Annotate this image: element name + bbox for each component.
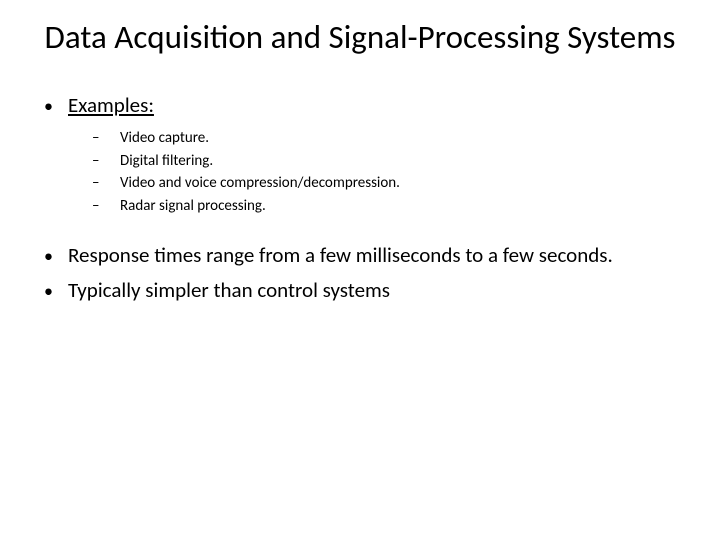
dash-icon [92,195,120,218]
slide-title: Data Acquisition and Signal-Processing S… [42,18,678,57]
subitem-text: Radar signal processing. [120,195,266,218]
subitem-text: Digital filtering. [120,150,213,173]
examples-heading-row: Examples: [42,91,678,119]
body-bullets: Response times range from a few millisec… [42,241,678,304]
list-item: Typically simpler than control systems [42,276,678,304]
dash-icon [92,127,120,150]
subitem-text: Video and voice compression/decompressio… [120,172,400,195]
list-item: Radar signal processing. [92,195,678,218]
body-bullet-text: Response times range from a few millisec… [68,241,613,269]
list-item: Video and voice compression/decompressio… [92,172,678,195]
dash-icon [92,172,120,195]
list-item: Response times range from a few millisec… [42,241,678,269]
examples-section: Examples: Video capture. Digital filteri… [42,91,678,217]
body-bullet-text: Typically simpler than control systems [68,276,390,304]
bullet-icon [42,276,68,304]
list-item: Digital filtering. [92,150,678,173]
examples-sublist: Video capture. Digital filtering. Video … [92,127,678,217]
dash-icon [92,150,120,173]
subitem-text: Video capture. [120,127,209,150]
bullet-icon [42,241,68,269]
list-item: Video capture. [92,127,678,150]
bullet-icon [42,91,68,119]
examples-label: Examples: [68,91,154,119]
